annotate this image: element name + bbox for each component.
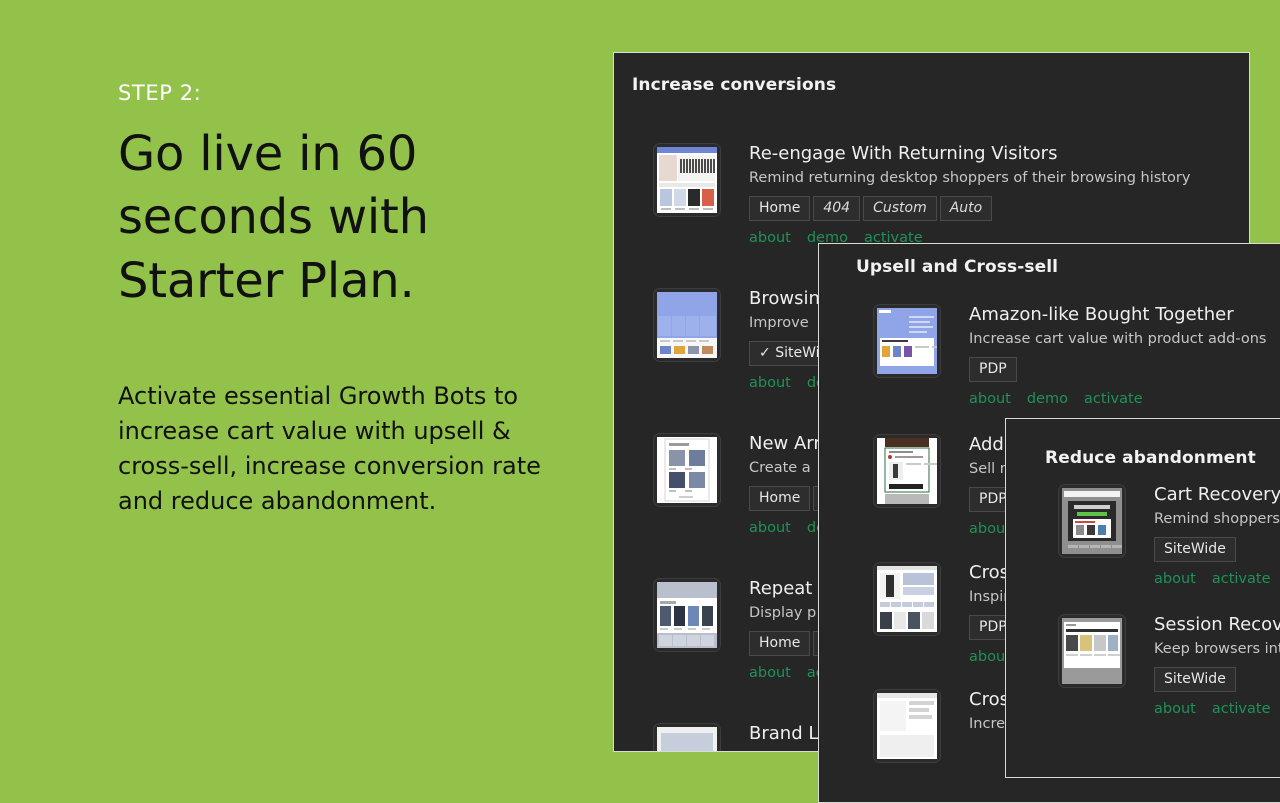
link-activate[interactable]: activate [1212, 571, 1271, 587]
panel-title-reduce-abandonment: Reduce abandonment [1045, 448, 1256, 468]
bot-card-subtitle: Increase cart value with product add-ons [969, 330, 1267, 347]
panel-title-upsell-cross-sell: Upsell and Cross-sell [856, 257, 1059, 277]
brand-preview-thumbnail [653, 723, 721, 751]
bot-card-links: about activate [1154, 701, 1280, 717]
add-to-cart-preview-thumbnail [873, 434, 941, 508]
link-about[interactable]: about [749, 520, 791, 536]
placement-chip[interactable]: PDP [969, 357, 1017, 383]
sitewide-grid-preview-thumbnail [653, 288, 721, 362]
step-label: STEP 2: [118, 81, 202, 105]
placement-chip[interactable]: SiteWide [1154, 667, 1236, 693]
desktop-browsing-history-preview-thumbnail [653, 143, 721, 217]
placement-chip[interactable]: Home [749, 631, 811, 657]
slide-text-block: STEP 2: Go live in 60 seconds with Start… [118, 81, 588, 518]
bot-card-body: Amazon-like Bought Together Increase cart… [969, 304, 1266, 407]
placement-chip[interactable]: SiteWide [1154, 537, 1236, 563]
bot-card-title: Amazon-like Bought Together [969, 304, 1234, 325]
bot-card[interactable]: BrowsingImproveSiteWidaboutde [653, 288, 841, 391]
bot-card-body: Cart Recovery - D Remind shoppers to SiteW… [1154, 484, 1280, 587]
bot-card-title: Cart Recovery - D [1154, 484, 1280, 505]
link-about[interactable]: about [749, 665, 791, 681]
bot-card[interactable]: Session Recovery Keep browsers inter SiteW… [1058, 614, 1280, 717]
bot-card-links: about activate [1154, 571, 1280, 587]
session-recovery-preview-thumbnail [1058, 614, 1126, 688]
link-about[interactable]: about [749, 375, 791, 391]
link-about[interactable]: about [749, 230, 791, 246]
bot-card[interactable]: Cross- Increas [873, 689, 1025, 763]
bot-card-body: Brand L [749, 723, 818, 745]
cross-sell-second-preview-thumbnail [873, 689, 941, 763]
bot-card-title: Brand L [749, 723, 819, 744]
bot-card-subtitle: Remind shoppers to [1154, 510, 1280, 527]
link-activate[interactable]: activate [1084, 391, 1143, 407]
slide-body-text: Activate essential Growth Bots to increa… [118, 382, 541, 515]
link-about[interactable]: about [1154, 701, 1196, 717]
bot-card-body: Re-engage With Returning Visitors Remind … [749, 143, 1190, 246]
bot-card-body: Session Recovery Keep browsers inter SiteW… [1154, 614, 1280, 717]
placement-chip[interactable]: 404 [813, 196, 861, 222]
bot-card-placement-chips: PDP [969, 357, 1266, 383]
placement-chip[interactable]: Home [749, 196, 811, 222]
bot-card[interactable]: Amazon-like Bought Together Increase cart… [873, 304, 1266, 407]
bot-card-links: about demo activate [969, 391, 1266, 407]
bot-card[interactable]: Brand L [653, 723, 818, 751]
repeat-products-preview-thumbnail [653, 578, 721, 652]
bot-card[interactable]: RepeatDisplay pHome4aboutac [653, 578, 845, 681]
link-activate[interactable]: activate [1212, 701, 1271, 717]
bot-card-title: Session Recovery [1154, 614, 1280, 635]
link-about[interactable]: about [969, 391, 1011, 407]
bot-card-subtitle: Keep browsers inter [1154, 640, 1280, 657]
bot-card[interactable]: Cart Recovery - D Remind shoppers to SiteW… [1058, 484, 1280, 587]
new-arrivals-grid-preview-thumbnail [653, 433, 721, 507]
bot-card[interactable]: Add T Sell mo PDP about [873, 434, 1027, 537]
bot-card-title: Re-engage With Returning Visitors [749, 143, 1058, 164]
placement-chip[interactable]: Auto [939, 196, 993, 222]
bot-card-placement-chips: SiteWide [1154, 667, 1280, 693]
bot-card[interactable]: Re-engage With Returning Visitors Remind … [653, 143, 1190, 246]
panel-reduce-abandonment: Reduce abandonment Cart Recovery - D Remi… [1005, 418, 1280, 778]
cart-recovery-preview-thumbnail [1058, 484, 1126, 558]
placement-chip[interactable]: Custom [863, 196, 937, 222]
placement-chip[interactable]: Home [749, 486, 811, 512]
cross-sell-looks-preview-thumbnail [873, 562, 941, 636]
bought-together-preview-thumbnail [873, 304, 941, 378]
page-title: Go live in 60 seconds with Starter Plan. [118, 126, 429, 309]
panel-title-increase-conversions: Increase conversions [632, 75, 837, 95]
bot-card-placement-chips: SiteWide [1154, 537, 1280, 563]
bot-card-placement-chips: Home 404 Custom Auto [749, 196, 1190, 222]
link-about[interactable]: about [1154, 571, 1196, 587]
link-demo[interactable]: demo [1027, 391, 1068, 407]
bot-card-subtitle: Remind returning desktop shoppers of the… [749, 169, 1191, 186]
